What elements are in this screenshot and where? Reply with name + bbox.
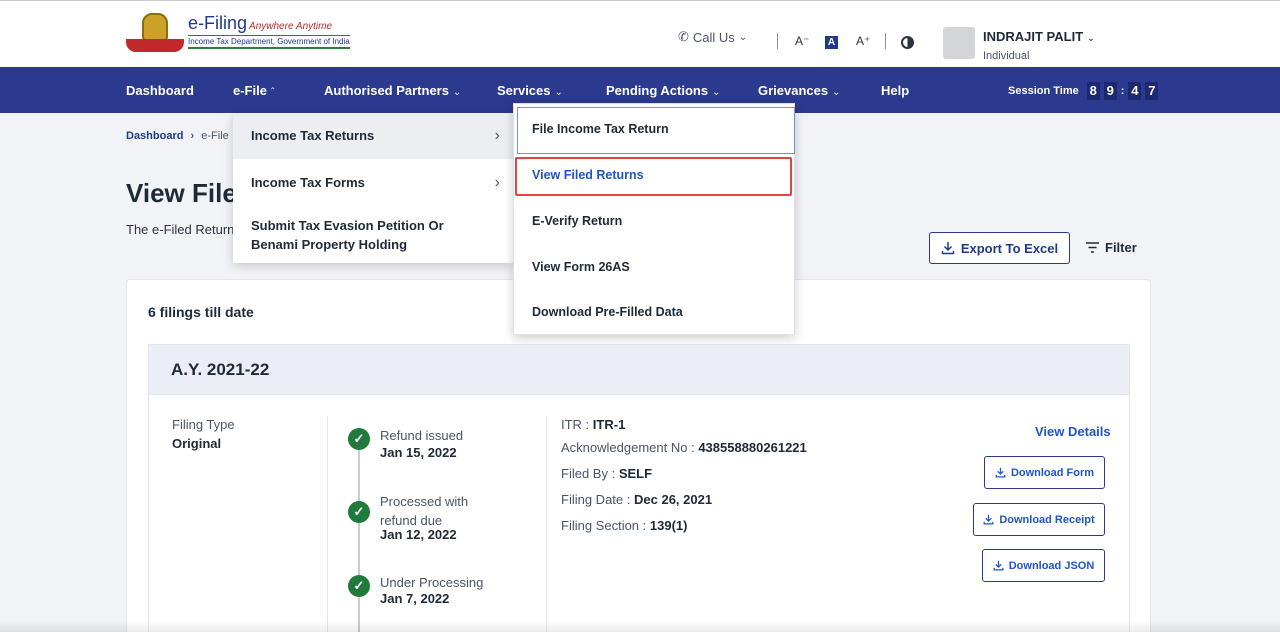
font-decrease-button[interactable]: A⁻ xyxy=(795,34,809,48)
download-icon xyxy=(941,242,955,255)
top-header: e-Filing Anywhere Anytime Income Tax Depa… xyxy=(0,0,1280,67)
chevron-right-icon: › xyxy=(190,130,195,142)
efiling-logo[interactable]: e-Filing Anywhere Anytime Income Tax Depa… xyxy=(126,13,350,55)
download-json-button[interactable]: Download JSON xyxy=(982,549,1105,582)
timeline-date: Jan 7, 2022 xyxy=(380,591,450,606)
nav-pending-actions[interactable]: Pending Actions ⌄ xyxy=(606,83,720,98)
bottom-shadow xyxy=(0,620,1280,632)
filing-date-value: Dec 26, 2021 xyxy=(634,492,713,507)
breadcrumb-current: e-File xyxy=(201,130,229,142)
chevron-down-icon: ⌄ xyxy=(832,87,841,98)
menu-income-tax-forms[interactable]: Income Tax Forms › xyxy=(233,159,514,206)
ay-title: A.Y. 2021-22 xyxy=(171,360,270,379)
divider xyxy=(546,416,547,632)
font-increase-button[interactable]: A⁺ xyxy=(856,34,870,48)
timeline-status: Under Processing xyxy=(380,575,484,590)
filing-type-label: Filing Type xyxy=(172,417,235,432)
filed-by-value: SELF xyxy=(618,466,653,481)
filter-label: Filter xyxy=(1105,240,1137,255)
chevron-up-icon: ˆ xyxy=(270,87,275,98)
filing-type-value: Original xyxy=(172,436,222,451)
session-digit: 7 xyxy=(1145,82,1159,100)
filing-section-row: Filing Section : 139(1) xyxy=(561,518,688,533)
session-digit: 9 xyxy=(1103,82,1117,100)
ack-row: Acknowledgement No : 438558880261221 xyxy=(561,440,807,455)
submenu-form-26as[interactable]: View Form 26AS xyxy=(532,260,630,274)
download-form-button[interactable]: Download Form xyxy=(984,456,1105,489)
export-label: Export To Excel xyxy=(960,240,1059,256)
session-colon: : xyxy=(1120,85,1125,97)
nav-efile[interactable]: e-File ˆ xyxy=(233,83,274,98)
download-receipt-button[interactable]: Download Receipt xyxy=(973,503,1105,536)
nav-dashboard[interactable]: Dashboard xyxy=(126,83,194,98)
download-icon xyxy=(993,560,1004,571)
logo-subtitle: Income Tax Department, Government of Ind… xyxy=(188,35,350,49)
chevron-down-icon: ⌄ xyxy=(452,87,462,98)
menu-income-tax-returns[interactable]: Income Tax Returns › xyxy=(233,113,514,159)
chevron-down-icon: ⌄ xyxy=(554,87,563,98)
timeline-status: Refund issued xyxy=(380,428,464,443)
user-name: INDRAJIT PALIT xyxy=(983,29,1084,44)
chevron-down-icon: ⌄ xyxy=(1086,33,1096,44)
phone-icon: ✆ xyxy=(678,29,689,44)
divider xyxy=(327,416,328,632)
efile-dropdown: Income Tax Returns › Income Tax Forms › Su… xyxy=(233,113,514,263)
check-icon: ✓ xyxy=(348,501,370,523)
nav-services[interactable]: Services ⌄ xyxy=(497,83,563,98)
chevron-down-icon: ⌄ xyxy=(712,87,721,98)
timeline-date: Jan 15, 2022 xyxy=(380,445,457,460)
filter-icon xyxy=(1086,242,1099,253)
check-icon: ✓ xyxy=(348,428,370,450)
nav-authorised-partners[interactable]: Authorised Partners ⌄ xyxy=(324,83,461,98)
timeline-line xyxy=(358,442,360,632)
logo-title: e-Filing xyxy=(188,13,248,33)
breadcrumb-dashboard[interactable]: Dashboard xyxy=(126,130,183,142)
submenu-prefilled-data[interactable]: Download Pre-Filled Data xyxy=(532,305,683,319)
user-menu[interactable]: INDRAJIT PALIT ⌄ xyxy=(983,29,1095,44)
breadcrumb: Dashboard › e-File xyxy=(126,130,229,142)
divider xyxy=(885,33,886,49)
session-digit: 8 xyxy=(1086,82,1100,100)
submenu-e-verify[interactable]: E-Verify Return xyxy=(532,214,622,228)
ack-value: 438558880261221 xyxy=(698,440,807,455)
view-details-link[interactable]: View Details xyxy=(1035,424,1111,439)
itr-row: ITR : ITR-1 xyxy=(561,417,626,432)
filed-by-row: Filed By : SELF xyxy=(561,466,653,481)
timeline-date: Jan 12, 2022 xyxy=(380,527,457,542)
filter-button[interactable]: Filter xyxy=(1086,240,1137,255)
timeline-status: Processed with refund due xyxy=(380,494,469,528)
filing-section-value: 139(1) xyxy=(649,518,688,533)
avatar[interactable] xyxy=(943,27,975,59)
submenu-file-itr[interactable]: File Income Tax Return xyxy=(532,122,669,136)
font-normal-button[interactable]: A xyxy=(825,36,838,49)
contrast-icon[interactable] xyxy=(901,36,914,49)
check-icon: ✓ xyxy=(348,575,370,597)
call-us-button[interactable]: ✆ Call Us ⌄ xyxy=(678,29,747,45)
session-timer: Session Time 8 9 : 4 7 xyxy=(1008,82,1159,100)
submenu-view-filed-returns[interactable]: View Filed Returns xyxy=(532,168,644,182)
download-icon xyxy=(983,514,994,525)
ay-header xyxy=(148,344,1130,394)
chevron-down-icon: ⌄ xyxy=(738,31,748,43)
nav-grievances[interactable]: Grievances ⌄ xyxy=(758,83,841,98)
filing-date-row: Filing Date : Dec 26, 2021 xyxy=(561,492,713,507)
filings-count: 6 filings till date xyxy=(148,304,254,320)
emblem-icon xyxy=(126,13,184,55)
call-us-label: Call Us xyxy=(692,29,735,45)
nav-help[interactable]: Help xyxy=(881,83,909,98)
chevron-right-icon: › xyxy=(494,127,500,144)
divider xyxy=(777,33,778,49)
export-to-excel-button[interactable]: Export To Excel xyxy=(929,232,1070,264)
session-label: Session Time xyxy=(1008,85,1079,97)
itr-value: ITR-1 xyxy=(592,417,626,432)
download-icon xyxy=(995,467,1006,478)
session-digit: 4 xyxy=(1128,82,1142,100)
menu-tax-evasion-petition[interactable]: Submit Tax Evasion Petition Or Benami Pr… xyxy=(233,216,483,254)
user-role: Individual xyxy=(983,50,1030,62)
chevron-right-icon: › xyxy=(494,174,500,191)
logo-tagline: Anywhere Anytime xyxy=(249,21,333,32)
